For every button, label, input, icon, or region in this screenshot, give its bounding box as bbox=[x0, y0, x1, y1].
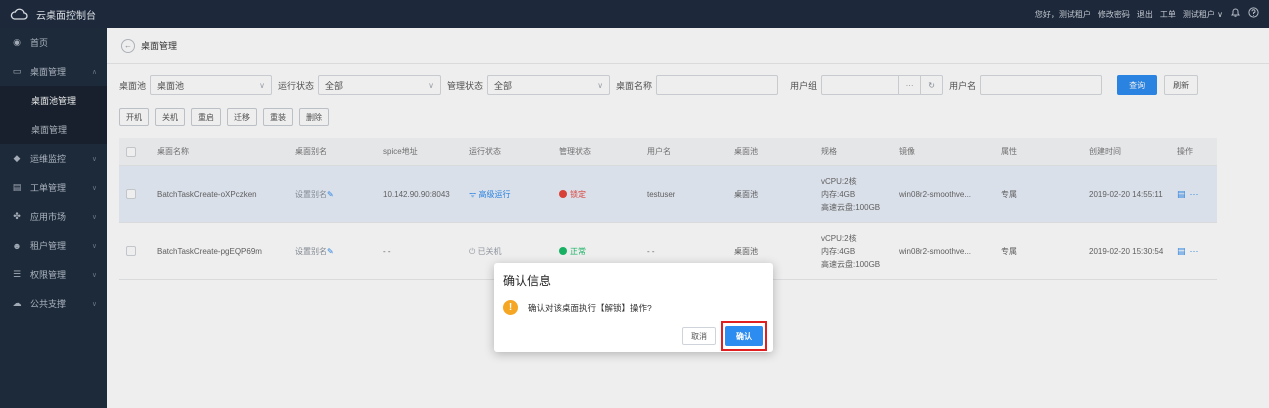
dialog-title: 确认信息 bbox=[503, 274, 552, 288]
warning-icon: ! bbox=[503, 300, 518, 315]
confirm-highlight-box: 确认 bbox=[721, 321, 767, 351]
confirm-dialog: 确认信息 ! 确认对该桌面执行【解锁】操作? 取消 确认 bbox=[494, 263, 773, 352]
dialog-body: ! 确认对该桌面执行【解锁】操作? bbox=[503, 300, 652, 315]
confirm-button[interactable]: 确认 bbox=[725, 326, 763, 346]
cancel-button[interactable]: 取消 bbox=[682, 327, 716, 345]
dialog-message: 确认对该桌面执行【解锁】操作? bbox=[528, 302, 652, 313]
